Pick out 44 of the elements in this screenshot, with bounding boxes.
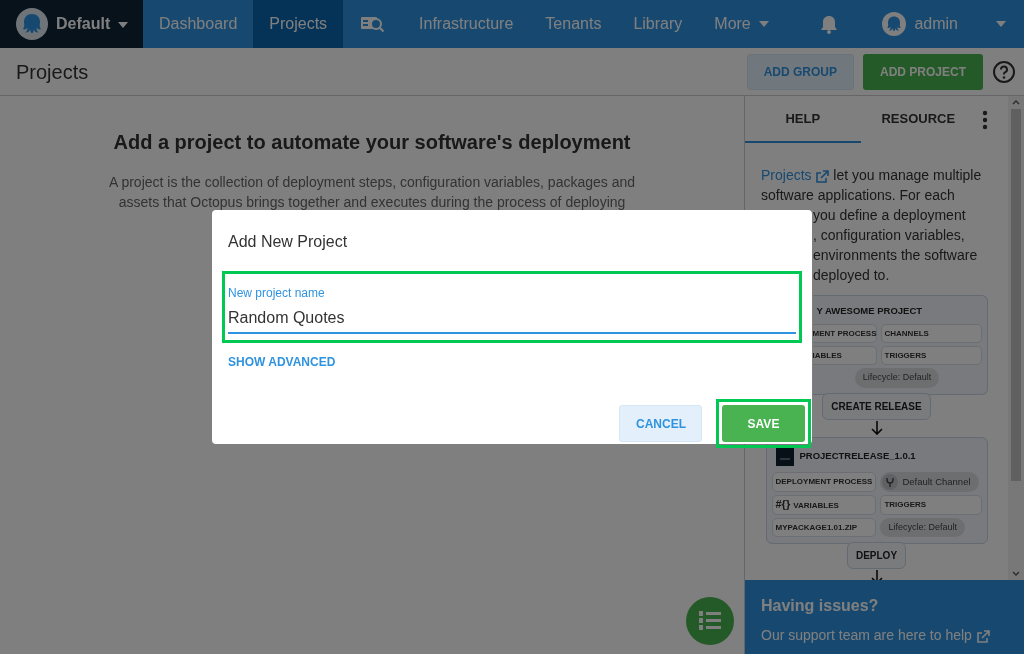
field-label: New project name (228, 285, 326, 303)
diagram-title: Y AWESOME PROJECT (816, 304, 923, 318)
help-text: , configuration variables, (813, 227, 965, 243)
support-title: Having issues? (761, 596, 880, 616)
diagram-item: IABLES (812, 346, 877, 366)
add-project-button[interactable]: ADD PROJECT (863, 53, 983, 90)
nav-link[interactable]: Tenants (529, 0, 618, 48)
diagram-item: MENT PROCESS (812, 324, 877, 344)
description-line: assets that Octopus brings together and executes during the process of deploying (117, 193, 627, 212)
lifecycle-tag: Lifecycle: Default (880, 517, 965, 538)
diagram-title: PROJECTRELEASE_1.0.1 (799, 448, 916, 463)
help-text: you define a deployment (813, 207, 966, 223)
nav-link[interactable]: Library (617, 0, 699, 48)
create-release-step: CREATE RELEASE (822, 392, 931, 420)
dialog-title: Add New Project (228, 232, 349, 252)
diagram-item-label: VARIABLES (793, 500, 839, 510)
show-advanced-link[interactable]: SHOW ADVANCED (228, 353, 336, 372)
help-text: deployed to. (813, 267, 890, 283)
variables-icon: #{} (775, 497, 791, 510)
panel-tab[interactable]: HELP (745, 96, 861, 143)
panel-tab[interactable]: RESOURCE (860, 96, 976, 143)
diagram-item: TRIGGERS (880, 494, 982, 515)
channel-label: Default Channel (902, 474, 971, 489)
nav-link[interactable]: More (698, 0, 785, 48)
save-button[interactable]: SAVE (722, 405, 805, 443)
diagram-item: DEPLOYMENT PROCESS (771, 471, 877, 492)
lifecycle-tag: Lifecycle: Default (854, 368, 940, 388)
empty-state-heading: Add a project to automate your software's deployment (112, 130, 632, 154)
help-text: software applications. For each (761, 187, 955, 203)
nav-link[interactable]: Projects (253, 0, 344, 48)
help-text: environments the software (813, 247, 978, 263)
support-link[interactable]: Our support team are here to help (761, 627, 990, 644)
diagram-item: MYPACKAGE1.01.ZIP (771, 517, 877, 538)
page-title: Projects (16, 59, 89, 84)
diagram-item: TRIGGERS (880, 346, 982, 366)
user-menu[interactable]: admin (872, 0, 1024, 48)
deploy-step: DEPLOY (846, 542, 907, 570)
help-link[interactable]: Projects (761, 167, 830, 183)
cancel-button[interactable]: CANCEL (619, 405, 702, 443)
description-line: A project is the collection of deployment steps, configuration variables, packages and (107, 173, 637, 192)
add-group-button[interactable]: ADD GROUP (746, 53, 854, 90)
help-text: let you manage multiple (833, 167, 982, 183)
nav-link[interactable]: Infrastructure (403, 0, 530, 48)
diagram-item: CHANNELS (880, 324, 982, 344)
